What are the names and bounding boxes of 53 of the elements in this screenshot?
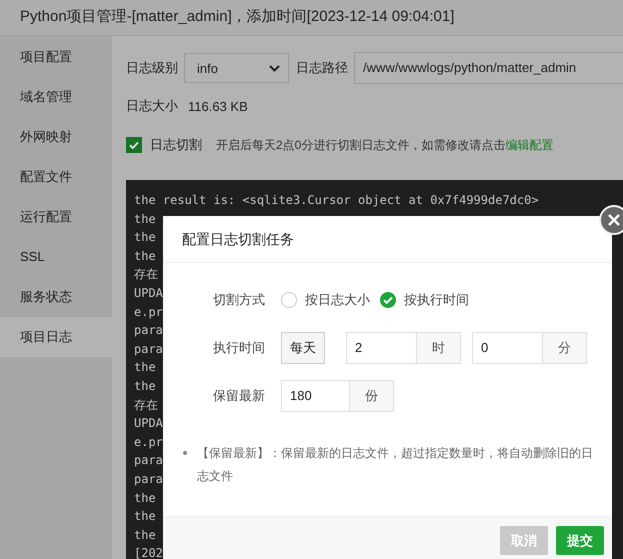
sidebar-item[interactable]: 项目日志 — [0, 317, 112, 357]
log-line: the — [134, 378, 156, 395]
sidebar-item[interactable]: 运行配置 — [0, 197, 112, 237]
log-line: 存在 — [134, 396, 158, 414]
radio-button[interactable] — [281, 292, 297, 308]
radio-button[interactable] — [380, 292, 396, 308]
chevron-icon — [269, 64, 280, 72]
log-line: UPDA — [134, 415, 163, 432]
size-value: 116.63 KB — [188, 98, 248, 114]
log-line: the — [134, 229, 156, 246]
log-line: e.pr — [134, 434, 163, 451]
path-field[interactable]: /www/wwwlogs/python/matter_admin — [354, 52, 623, 84]
log-line: [202 — [134, 545, 163, 559]
note-text: 【保留最新】：保留最新的日志文件，超过指定数量时，将自动删除旧的日志文件 — [197, 445, 594, 485]
bullet-icon — [183, 451, 187, 455]
period-select[interactable]: 每天 — [281, 332, 325, 364]
log-line: UPDA — [134, 284, 163, 302]
sidebar-item[interactable]: 配置文件 — [0, 157, 112, 197]
unit-label: 份 — [350, 381, 393, 411]
radio-label: 按执行时间 — [404, 291, 469, 309]
log-line: para — [134, 452, 163, 470]
log-line: the — [134, 359, 156, 376]
field-label: 执行时间 — [212, 339, 266, 357]
rotate-description: 开启后每天2点0分进行切割日志文件，如需修改请点击编辑配置 — [216, 136, 554, 154]
log-line: 存在 — [134, 266, 158, 284]
field-label: 切割方式 — [212, 291, 266, 309]
level-dropdown[interactable]: info — [184, 53, 289, 83]
checkbox[interactable] — [126, 137, 142, 153]
unit-label: 分 — [543, 333, 586, 363]
field-label: 日志路径 — [296, 59, 348, 77]
sidebar-item[interactable]: 域名管理 — [0, 77, 112, 117]
log-line: para — [134, 340, 163, 358]
log-line: the — [134, 210, 156, 228]
sidebar-item[interactable]: 外网映射 — [0, 117, 112, 157]
sidebar-item[interactable]: 服务状态 — [0, 277, 112, 317]
log-line: e.pr — [134, 304, 163, 321]
log-line: the — [134, 490, 156, 506]
field-label: 保留最新 — [212, 387, 266, 405]
window-title: Python项目管理-[matter_admin]，添加时间[2023-12-14 09:04:01] — [0, 0, 623, 36]
log-line: para — [134, 322, 163, 340]
log-line: the — [134, 248, 156, 265]
field-label: 日志大小 — [126, 97, 178, 115]
log-line: the result is: <sqlite3.Cursor object at 0x7f4999de7dc0> — [134, 192, 539, 209]
close-icon[interactable] — [599, 205, 623, 235]
sidebar-item[interactable]: 项目配置 — [0, 37, 112, 77]
field-label: 日志级别 — [126, 59, 178, 77]
unit-label: 时 — [417, 333, 460, 363]
log-line: the — [134, 508, 156, 526]
radio-label: 按日志大小 — [305, 291, 370, 309]
log-line: para — [134, 470, 163, 488]
checkbox-label: 日志切割 — [150, 136, 202, 154]
log-line: the — [134, 526, 156, 544]
sidebar-item[interactable]: SSL — [0, 237, 112, 277]
